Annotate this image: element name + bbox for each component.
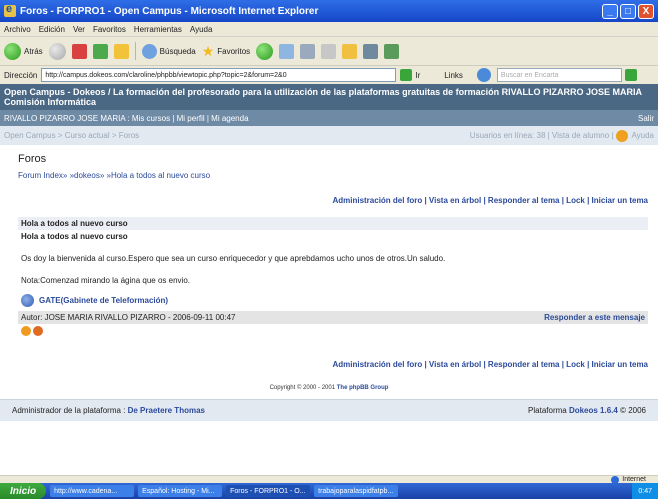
- edit-post-icon[interactable]: [21, 326, 31, 336]
- copyright-text: Copyright © 2000 - 2001: [269, 385, 336, 391]
- favorites-label: Favoritos: [217, 46, 251, 56]
- footer-platform-label: Plataforma: [528, 406, 569, 415]
- online-users[interactable]: Usuarios en línea: 38 | Vista de alumno …: [470, 131, 614, 140]
- minimize-button[interactable]: _: [602, 3, 618, 19]
- address-bar: Dirección http://campus.dokeos.com/claro…: [0, 66, 658, 85]
- clock: 0:47: [638, 487, 652, 495]
- footer-admin: Administrador de la plataforma : De Prae…: [12, 406, 205, 415]
- start-button[interactable]: Inicio: [0, 483, 47, 499]
- nav-right: Usuarios en línea: 38 | Vista de alumno …: [470, 129, 654, 142]
- footer-year: © 2006: [617, 406, 646, 415]
- forum-breadcrumb[interactable]: Forum Index» »dokeos» »Hola a todos al n…: [0, 171, 658, 180]
- user-links[interactable]: RIVALLO PIZARRO JOSE MARIA : Mis cursos …: [4, 114, 249, 123]
- go-label[interactable]: Ir: [415, 71, 420, 80]
- favorites-button[interactable]: ★ Favoritos: [202, 43, 250, 60]
- logout-link[interactable]: Salir: [638, 114, 654, 123]
- help-link[interactable]: Ayuda: [631, 131, 654, 140]
- edit-icon[interactable]: [321, 43, 337, 59]
- phpbb-link[interactable]: The phpBB Group: [337, 385, 389, 391]
- encarta-search-input[interactable]: Buscar en Encarta: [496, 68, 622, 82]
- search-label: Búsqueda: [159, 46, 196, 56]
- task-item[interactable]: http://www.cadena...: [50, 485, 135, 497]
- section-title: Foros: [18, 153, 47, 165]
- menu-ayuda[interactable]: Ayuda: [190, 25, 213, 34]
- footer-platform: Plataforma Dokeos 1.6.4 © 2006: [528, 406, 646, 415]
- history-icon[interactable]: [256, 42, 274, 60]
- address-label: Dirección: [4, 70, 38, 80]
- back-button[interactable]: Atrás: [4, 42, 43, 60]
- system-tray: 0:47: [632, 483, 658, 499]
- post-body: Os doy la bienvenida al curso.Espero que…: [21, 254, 446, 263]
- encarta-icon: [476, 68, 491, 82]
- gate-link-label: GATE(Gabinete de Teleformación): [39, 296, 169, 305]
- help-icon[interactable]: [616, 129, 629, 142]
- task-item[interactable]: Foros - FORPRO1 - O...: [226, 485, 311, 497]
- links-label[interactable]: Links: [444, 71, 463, 80]
- admin-link[interactable]: De Praetere Thomas: [128, 406, 205, 415]
- stop-icon[interactable]: [71, 43, 87, 59]
- gate-link[interactable]: GATE(Gabinete de Teleformación): [18, 294, 648, 307]
- post-tools: [18, 326, 648, 336]
- delete-post-icon[interactable]: [33, 326, 43, 336]
- post-subject: Hola a todos al nuevo curso: [18, 217, 648, 230]
- maximize-button[interactable]: □: [620, 3, 636, 19]
- footer-admin-label: Administrador de la plataforma :: [12, 406, 128, 415]
- go-icon[interactable]: [400, 69, 413, 81]
- ie-icon: [4, 3, 16, 17]
- task-item[interactable]: Español: Hosting - Mi...: [138, 485, 223, 497]
- nav-bar: Open Campus > Curso actual > Foros Usuar…: [0, 126, 658, 145]
- copyright: Copyright © 2000 - 2001 The phpBB Group: [0, 385, 658, 391]
- browser-toolbar: Atrás Búsqueda ★ Favoritos: [0, 37, 658, 66]
- messenger-icon[interactable]: [363, 43, 379, 59]
- close-button[interactable]: X: [638, 3, 654, 19]
- page-header-title: Open Campus - Dokeos / La formación del …: [0, 84, 658, 110]
- nav-breadcrumb[interactable]: Open Campus > Curso actual > Foros: [4, 131, 139, 140]
- menu-favoritos[interactable]: Favoritos: [93, 25, 126, 34]
- back-arrow-icon: [4, 42, 21, 60]
- post: Hola a todos al nuevo curso Hola a todos…: [18, 217, 648, 336]
- post-author: Autor: JOSE MARIA RIVALLO PIZARRO - 2006…: [21, 313, 236, 322]
- mail-icon[interactable]: [279, 43, 295, 59]
- page-content: Open Campus - Dokeos / La formación del …: [0, 84, 658, 475]
- task-item[interactable]: trabajoparalaspidfatpb...: [314, 485, 399, 497]
- folder-icon[interactable]: [342, 43, 358, 59]
- menu-herramientas[interactable]: Herramientas: [134, 25, 182, 34]
- search-button[interactable]: Búsqueda: [141, 43, 196, 59]
- window-titlebar: Foros - FORPRO1 - Open Campus - Microsof…: [0, 0, 658, 22]
- post-note: Nota:Comenzad mirando la ágina que os en…: [21, 276, 190, 285]
- tools-icon[interactable]: [384, 43, 400, 59]
- print-icon[interactable]: [300, 43, 316, 59]
- forum-actions-top[interactable]: Administración del foro | Vista en árbol…: [0, 196, 658, 205]
- reply-link[interactable]: Responder a este mensaje: [544, 313, 645, 322]
- encarta-go-icon[interactable]: [624, 69, 637, 81]
- search-icon: [141, 43, 157, 59]
- menu-bar: Archivo Edición Ver Favoritos Herramient…: [0, 22, 658, 37]
- taskbar: Inicio http://www.cadena... Español: Hos…: [0, 483, 658, 499]
- status-zone: Internet: [622, 476, 646, 483]
- forward-button[interactable]: [48, 42, 66, 60]
- window-title: Foros - FORPRO1 - Open Campus - Microsof…: [20, 5, 319, 17]
- page-footer: Administrador de la plataforma : De Prae…: [0, 399, 658, 421]
- home-icon[interactable]: [113, 43, 129, 59]
- toolbar-divider: [134, 42, 136, 60]
- forum-actions-bottom[interactable]: Administración del foro | Vista en árbol…: [0, 360, 658, 369]
- gate-logo-icon: [21, 294, 34, 307]
- platform-link[interactable]: Dokeos 1.6.4: [569, 406, 618, 415]
- star-icon: ★: [201, 42, 215, 59]
- menu-edicion[interactable]: Edición: [39, 25, 65, 34]
- menu-archivo[interactable]: Archivo: [4, 25, 31, 34]
- author-bar: Autor: JOSE MARIA RIVALLO PIZARRO - 2006…: [18, 311, 648, 324]
- status-bar: Internet: [0, 475, 658, 484]
- post-subject-repeat: Hola a todos al nuevo curso: [18, 230, 648, 243]
- back-label: Atrás: [24, 46, 43, 56]
- refresh-icon[interactable]: [92, 43, 108, 59]
- user-bar: RIVALLO PIZARRO JOSE MARIA : Mis cursos …: [0, 110, 658, 126]
- menu-ver[interactable]: Ver: [73, 25, 85, 34]
- address-input[interactable]: http://campus.dokeos.com/claroline/phpbb…: [41, 68, 397, 82]
